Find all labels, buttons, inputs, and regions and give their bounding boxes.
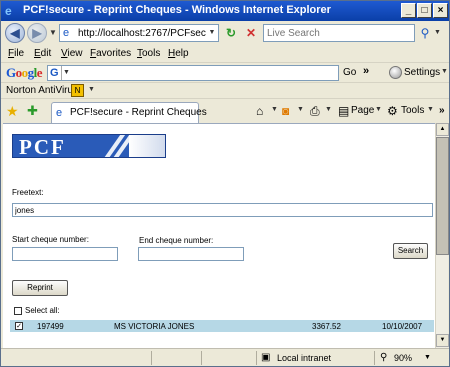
google-logo: Google	[6, 65, 43, 80]
address-dropdown-icon[interactable]: ▼	[207, 26, 217, 40]
back-button[interactable]: ◀	[5, 23, 25, 43]
page-content: PCF Freetext: Start cheque number: End c…	[3, 123, 435, 348]
browser-window: e PCF!secure - Reprint Cheques - Windows…	[0, 0, 450, 367]
zoom-dropdown-icon[interactable]: ▼	[424, 352, 431, 364]
feeds-dropdown-icon[interactable]: ▼	[297, 106, 304, 113]
norton-dropdown-icon[interactable]: ▼	[88, 86, 95, 93]
ie-icon: e	[5, 4, 12, 18]
forward-arrow-icon: ▶	[32, 26, 42, 40]
live-search-input[interactable]	[267, 26, 411, 40]
window-title: PCF!secure - Reprint Cheques - Windows I…	[23, 4, 331, 16]
history-dropdown-icon[interactable]: ▼	[49, 28, 57, 37]
address-input[interactable]	[78, 26, 206, 40]
address-bar[interactable]: e ▼	[59, 24, 219, 42]
menu-edit[interactable]: Edit	[34, 48, 51, 59]
command-bar-more-chevron-icon[interactable]: »	[439, 105, 445, 116]
home-dropdown-icon[interactable]: ▼	[271, 106, 278, 113]
tab-reprint-cheques[interactable]: e PCF!secure - Reprint Cheques	[51, 102, 207, 123]
freetext-label: Freetext:	[12, 188, 44, 197]
google-toolbar: Google G ▼ Go » Settings ▼	[1, 62, 449, 82]
page-menu-button[interactable]: Page	[351, 105, 374, 116]
end-cheque-label: End cheque number:	[139, 236, 214, 245]
zoom-level[interactable]: 90%	[394, 353, 412, 363]
page-icon: e	[63, 27, 70, 39]
menu-bar: File Edit View Favorites Tools Help	[1, 46, 449, 62]
live-search-box[interactable]	[263, 24, 415, 42]
google-settings-icon[interactable]	[389, 66, 402, 79]
minimize-button[interactable]: _	[401, 3, 416, 18]
google-settings-dropdown-icon[interactable]: ▼	[441, 68, 448, 75]
menu-favorites[interactable]: Favorites	[90, 48, 131, 59]
tab-page-icon: e	[56, 107, 63, 119]
back-arrow-icon: ◀	[10, 26, 20, 40]
search-button[interactable]: Search	[393, 243, 428, 259]
table-row[interactable]: ✓ 197499 MS VICTORIA JONES 3367.52 10/10…	[10, 320, 434, 332]
reprint-button[interactable]: Reprint	[12, 280, 68, 296]
close-button[interactable]: ×	[433, 3, 448, 18]
maximize-button[interactable]: □	[417, 3, 432, 18]
date-cell: 10/10/2007	[382, 322, 423, 331]
tools-menu-dropdown-icon[interactable]: ▼	[427, 106, 434, 113]
menu-view[interactable]: View	[61, 48, 83, 59]
scroll-thumb[interactable]	[436, 137, 449, 255]
menu-tools[interactable]: Tools	[137, 48, 160, 59]
search-icon[interactable]: ⚲	[417, 24, 433, 42]
google-g-icon: G	[50, 66, 62, 80]
add-favorite-icon[interactable]: ✚	[27, 103, 38, 119]
status-bar: ▣ Local intranet ⚲ 90% ▼	[1, 348, 449, 366]
google-search-dropdown-icon[interactable]: ▼	[63, 66, 70, 80]
scroll-up-icon[interactable]: ▲	[436, 123, 449, 136]
norton-toolbar: Norton AntiVirus N ▼	[1, 82, 449, 98]
end-cheque-input[interactable]	[138, 247, 244, 261]
google-more-chevron-icon[interactable]: »	[363, 65, 369, 77]
tools-menu-button[interactable]: Tools	[401, 105, 424, 116]
menu-help[interactable]: Help	[168, 48, 189, 59]
google-search-box[interactable]: G ▼	[47, 65, 339, 81]
google-go-button[interactable]: Go	[343, 67, 356, 78]
favorites-star-icon[interactable]: ★	[6, 103, 19, 119]
stop-icon[interactable]: ✕	[243, 25, 259, 41]
select-all-label: Select all:	[25, 306, 60, 315]
refresh-icon[interactable]: ↻	[223, 25, 239, 41]
google-settings-button[interactable]: Settings	[404, 67, 440, 78]
title-bar[interactable]: e PCF!secure - Reprint Cheques - Windows…	[1, 1, 449, 21]
norton-label: Norton AntiVirus	[6, 85, 79, 96]
scroll-down-icon[interactable]: ▼	[436, 334, 449, 347]
print-icon[interactable]: ⎙	[310, 104, 320, 118]
page-menu-dropdown-icon[interactable]: ▼	[375, 106, 382, 113]
tab-title: PCF!secure - Reprint Cheques	[70, 107, 207, 118]
tools-gear-icon[interactable]: ⚙	[387, 104, 398, 118]
tab-bar: ★ ✚ e PCF!secure - Reprint Cheques ⌂ ▼ ◙…	[1, 98, 449, 123]
print-dropdown-icon[interactable]: ▼	[325, 106, 332, 113]
forward-button[interactable]: ▶	[27, 23, 47, 43]
address-toolbar: ◀ ▶ ▼ e ▼ ↻ ✕ ⚲ ▼	[1, 21, 449, 46]
payee-cell: MS VICTORIA JONES	[114, 322, 195, 331]
vertical-scrollbar[interactable]: ▲ ▼	[435, 123, 449, 348]
amount-cell: 3367.52	[312, 322, 341, 331]
menu-file[interactable]: File	[8, 48, 24, 59]
security-zone-label: Local intranet	[277, 353, 332, 363]
feeds-icon[interactable]: ◙	[282, 104, 289, 118]
select-all-checkbox[interactable]	[14, 307, 22, 315]
cheque-number-cell: 197499	[37, 322, 64, 331]
zoom-icon[interactable]: ⚲	[380, 352, 387, 364]
search-options-dropdown-icon[interactable]: ▼	[434, 24, 444, 42]
page-menu-icon[interactable]: ▤	[338, 104, 349, 118]
home-icon[interactable]: ⌂	[256, 104, 263, 118]
start-cheque-label: Start cheque number:	[12, 235, 89, 244]
intranet-zone-icon: ▣	[261, 352, 271, 363]
norton-icon[interactable]: N	[71, 84, 84, 97]
freetext-input[interactable]	[12, 203, 433, 217]
pcf-logo-text: PCF	[19, 135, 66, 158]
start-cheque-input[interactable]	[12, 247, 118, 261]
row-select-checkbox[interactable]: ✓	[15, 322, 23, 330]
pcf-logo: PCF	[12, 134, 166, 158]
